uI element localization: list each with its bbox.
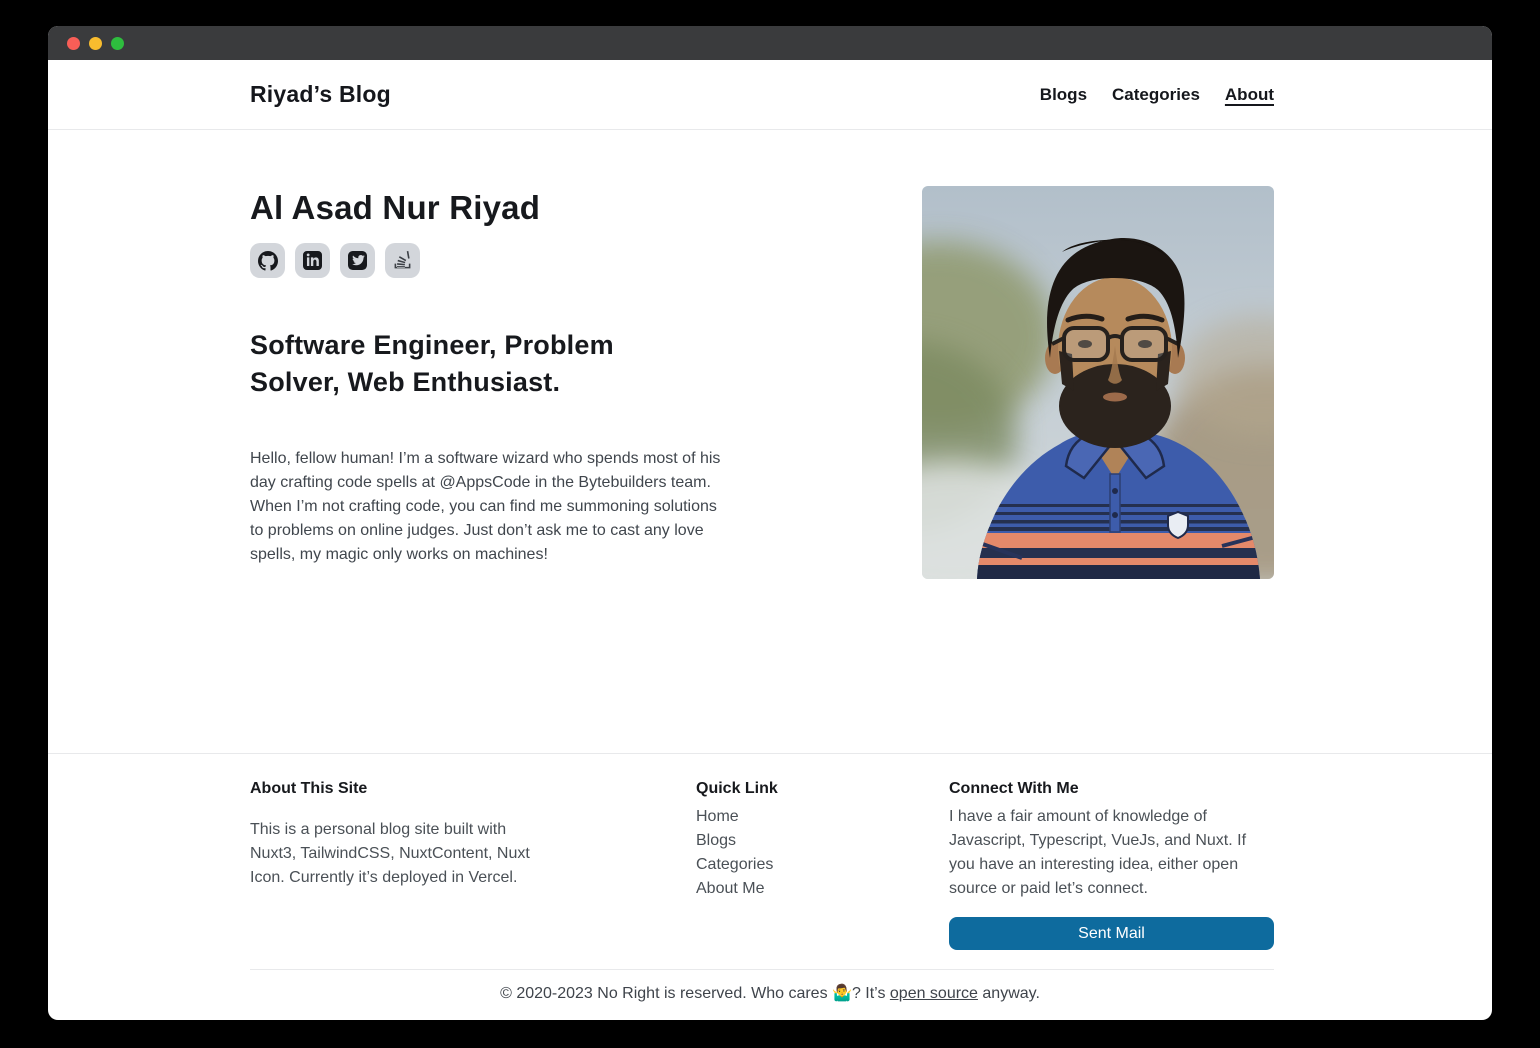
copyright-line: © 2020-2023 No Right is reserved. Who ca… bbox=[48, 983, 1492, 1003]
quick-links-list: Home Blogs Categories About Me bbox=[696, 805, 836, 901]
copyright-suffix: anyway. bbox=[978, 985, 1040, 1002]
close-window-button[interactable] bbox=[67, 37, 80, 50]
twitter-link[interactable] bbox=[340, 243, 375, 278]
footer-connect-title: Connect With Me bbox=[949, 780, 1274, 798]
browser-window: Riyad’s Blog Blogs Categories About Al A… bbox=[48, 26, 1492, 1020]
stackoverflow-icon bbox=[393, 251, 412, 270]
stackoverflow-link[interactable] bbox=[385, 243, 420, 278]
quicklink-categories[interactable]: Categories bbox=[696, 853, 836, 877]
quicklink-about-me[interactable]: About Me bbox=[696, 877, 836, 901]
site-header: Riyad’s Blog Blogs Categories About bbox=[48, 60, 1492, 130]
footer-quicklinks-title: Quick Link bbox=[696, 780, 836, 798]
nav-about[interactable]: About bbox=[1225, 85, 1274, 105]
nav-categories[interactable]: Categories bbox=[1112, 85, 1200, 105]
footer-quicklinks-column: Quick Link Home Blogs Categories About M… bbox=[696, 780, 836, 950]
quicklink-home[interactable]: Home bbox=[696, 805, 836, 829]
about-section: Al Asad Nur Riyad bbox=[48, 130, 1492, 753]
profile-photo bbox=[922, 186, 1274, 579]
social-links bbox=[250, 243, 722, 278]
quicklink-blogs[interactable]: Blogs bbox=[696, 829, 836, 853]
linkedin-link[interactable] bbox=[295, 243, 330, 278]
footer-connect-text: I have a fair amount of knowledge of Jav… bbox=[949, 805, 1274, 901]
maximize-window-button[interactable] bbox=[111, 37, 124, 50]
footer-divider bbox=[250, 969, 1274, 970]
window-titlebar bbox=[48, 26, 1492, 60]
bio-paragraph: Hello, fellow human! I’m a software wiza… bbox=[250, 447, 722, 567]
open-source-link[interactable]: open source bbox=[890, 985, 978, 1002]
footer-about-text: This is a personal blog site built with … bbox=[250, 818, 550, 890]
github-link[interactable] bbox=[250, 243, 285, 278]
linkedin-icon bbox=[303, 251, 322, 270]
site-footer: About This Site This is a personal blog … bbox=[48, 753, 1492, 1003]
nav-blogs[interactable]: Blogs bbox=[1040, 85, 1087, 105]
site-logo[interactable]: Riyad’s Blog bbox=[250, 81, 391, 108]
footer-about-title: About This Site bbox=[250, 780, 550, 798]
intro-column: Al Asad Nur Riyad bbox=[250, 186, 722, 567]
twitter-icon bbox=[348, 251, 367, 270]
sent-mail-button[interactable]: Sent Mail bbox=[949, 917, 1274, 950]
main-nav: Blogs Categories About bbox=[1040, 85, 1274, 105]
minimize-window-button[interactable] bbox=[89, 37, 102, 50]
copyright-text: © 2020-2023 No Right is reserved. Who ca… bbox=[500, 985, 890, 1002]
footer-connect-column: Connect With Me I have a fair amount of … bbox=[949, 780, 1274, 950]
page-title: Al Asad Nur Riyad bbox=[250, 189, 722, 227]
tagline: Software Engineer, Problem Solver, Web E… bbox=[250, 327, 690, 401]
github-icon bbox=[258, 251, 278, 271]
footer-about-column: About This Site This is a personal blog … bbox=[250, 780, 550, 950]
